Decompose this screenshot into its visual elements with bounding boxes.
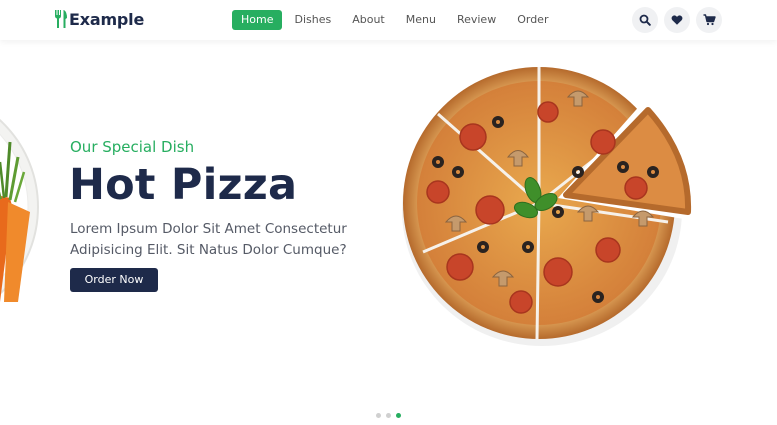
wishlist-button[interactable] bbox=[664, 7, 690, 33]
search-button[interactable] bbox=[632, 7, 658, 33]
nav-review[interactable]: Review bbox=[448, 10, 505, 30]
slider-dot[interactable] bbox=[376, 413, 381, 418]
slider-dot[interactable] bbox=[386, 413, 391, 418]
order-now-button[interactable]: Order Now bbox=[70, 268, 158, 292]
hero-slide: Our Special Dish Hot Pizza Lorem Ipsum D… bbox=[0, 40, 777, 425]
hero-subtitle: Our Special Dish bbox=[70, 138, 195, 156]
hero-title: Hot Pizza bbox=[69, 160, 298, 210]
main-nav: Home Dishes About Menu Review Order bbox=[232, 10, 560, 30]
vegetable-plate-image bbox=[0, 118, 39, 302]
slider-pagination bbox=[376, 413, 406, 418]
utensils-icon bbox=[55, 10, 67, 28]
heart-icon bbox=[671, 15, 683, 25]
slider-dot-active[interactable] bbox=[396, 413, 401, 418]
pizza-image bbox=[402, 67, 692, 346]
nav-order[interactable]: Order bbox=[508, 10, 557, 30]
hero-description: Lorem Ipsum Dolor Sit Amet Consectetur A… bbox=[70, 221, 347, 258]
site-header: Example Home Dishes About Menu Review Or… bbox=[0, 0, 777, 40]
nav-dishes[interactable]: Dishes bbox=[285, 10, 340, 30]
nav-home[interactable]: Home bbox=[232, 10, 283, 30]
brand-logo[interactable]: Example bbox=[54, 8, 144, 30]
nav-about[interactable]: About bbox=[343, 10, 394, 30]
cart-icon bbox=[703, 14, 716, 26]
cart-button[interactable] bbox=[696, 7, 722, 33]
nav-menu[interactable]: Menu bbox=[397, 10, 445, 30]
brand-name: Example bbox=[69, 9, 145, 29]
search-icon bbox=[639, 14, 651, 26]
